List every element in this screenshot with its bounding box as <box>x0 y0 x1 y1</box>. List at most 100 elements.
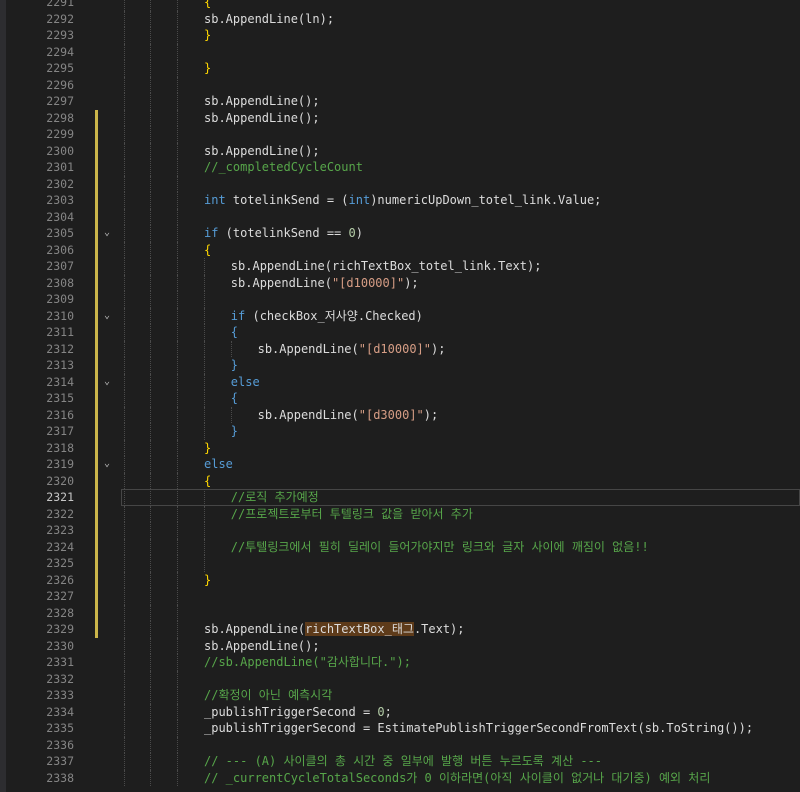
indent-guide <box>177 192 178 209</box>
code-line[interactable]: 2322 //프로젝트로부터 투텔링크 값을 받아서 추가 <box>0 505 800 523</box>
code-text[interactable]: } <box>204 572 211 589</box>
code-text[interactable]: //투텔링크에서 필히 딜레이 들어가야지만 링크와 글자 사이에 깨짐이 없음… <box>231 539 649 556</box>
code-line[interactable]: 2315 { <box>0 390 800 407</box>
code-line[interactable]: 2330 sb.AppendLine(); <box>0 637 800 655</box>
fold-chevron-icon[interactable]: ⌄ <box>102 308 112 325</box>
code-line[interactable]: 2332 <box>0 670 800 687</box>
code-text[interactable]: sb.AppendLine(); <box>204 638 320 655</box>
code-line[interactable]: 2291 { <box>0 0 800 11</box>
fold-chevron-icon[interactable]: ⌄ <box>102 374 112 391</box>
code-line[interactable]: 2312 sb.AppendLine("[d10000]"); <box>0 340 800 358</box>
code-line[interactable]: 2299 <box>0 126 800 143</box>
code-line[interactable]: 2318} <box>0 439 800 457</box>
line-number: 2303 <box>46 193 74 207</box>
code-text[interactable]: } <box>231 423 238 440</box>
code-text[interactable]: sb.AppendLine(richTextBox_태그.Text); <box>204 621 465 638</box>
code-text[interactable]: //확정이 아닌 예측시각 <box>204 687 332 704</box>
indent-guide <box>124 489 125 506</box>
code-text[interactable]: { <box>231 324 238 341</box>
code-line[interactable]: 2334 _publishTriggerSecond = 0; <box>0 703 800 721</box>
code-line[interactable]: 2314 ⌄ else <box>0 373 800 391</box>
code-line[interactable]: 2295} <box>0 60 800 77</box>
code-text[interactable]: sb.AppendLine("[d3000]"); <box>258 407 439 424</box>
code-text[interactable]: sb.AppendLine(); <box>204 143 320 160</box>
code-line[interactable]: 2303 int totelinkSend = (int)numericUpDow… <box>0 192 800 209</box>
code-line[interactable]: 2327 <box>0 588 800 605</box>
code-line[interactable]: 2294 <box>0 43 800 60</box>
code-line[interactable]: 2298 sb.AppendLine(); <box>0 109 800 127</box>
indent-guide <box>124 274 125 291</box>
code-text[interactable]: _publishTriggerSecond = EstimatePublishT… <box>204 720 753 737</box>
code-text[interactable]: // _currentCycleTotalSeconds가 0 이하라면(아직 … <box>204 770 710 787</box>
code-text[interactable]: _publishTriggerSecond = 0; <box>204 704 392 721</box>
code-text[interactable]: sb.AppendLine(ln); <box>204 11 334 28</box>
code-text[interactable]: sb.AppendLine(); <box>204 110 320 127</box>
code-line[interactable]: 2313} <box>0 357 800 374</box>
code-line[interactable]: 2307 sb.AppendLine(richTextBox_totel_link… <box>0 258 800 275</box>
code-line[interactable]: 2325 <box>0 555 800 572</box>
indent-guide <box>177 225 178 242</box>
code-line[interactable]: 2319 ⌄ else <box>0 456 800 473</box>
code-text[interactable]: } <box>204 60 211 77</box>
code-text[interactable]: // --- (A) 사이클의 총 시간 중 일부에 발행 버튼 누르도록 계산… <box>204 753 602 770</box>
code-line[interactable]: 2310 ⌄ if (checkBox_저사양.Checked) <box>0 307 800 325</box>
code-text[interactable]: } <box>204 440 211 457</box>
code-line[interactable]: 2304 <box>0 208 800 225</box>
code-text[interactable]: { <box>204 0 211 11</box>
code-text[interactable]: if (checkBox_저사양.Checked) <box>231 308 423 325</box>
code-line[interactable]: 2308 sb.AppendLine("[d10000]"); <box>0 274 800 292</box>
indent-guide <box>177 142 178 159</box>
code-line[interactable]: 2309 <box>0 291 800 308</box>
code-line[interactable]: 2326} <box>0 571 800 589</box>
code-line[interactable]: 2306 { <box>0 241 800 259</box>
code-line[interactable]: 2324 //투텔링크에서 필히 딜레이 들어가야지만 링크와 글자 사이에 깨짐… <box>0 538 800 556</box>
code-text[interactable]: //_completedCycleCount <box>204 159 363 176</box>
code-line[interactable]: 2331 //sb.AppendLine("감사합니다."); <box>0 654 800 671</box>
modified-line-marker <box>95 472 98 489</box>
code-text[interactable]: //로직 추가예정 <box>231 489 319 506</box>
code-line[interactable]: 2305 ⌄ if (totelinkSend == 0) <box>0 225 800 242</box>
code-line[interactable]: 2302 <box>0 175 800 192</box>
code-line[interactable]: 2336 <box>0 736 800 753</box>
code-text[interactable]: } <box>231 357 238 374</box>
code-text[interactable]: sb.AppendLine(richTextBox_totel_link.Tex… <box>231 258 542 275</box>
code-text[interactable]: //프로젝트로부터 투텔링크 값을 받아서 추가 <box>231 506 473 523</box>
indent-guide <box>230 340 232 357</box>
code-text[interactable]: } <box>204 27 211 44</box>
code-text[interactable]: sb.AppendLine("[d10000]"); <box>258 341 446 358</box>
code-line[interactable]: 2329 sb.AppendLine(richTextBox_태그.Text); <box>0 621 800 638</box>
code-line[interactable]: 2297 sb.AppendLine(); <box>0 93 800 110</box>
current-line-highlight <box>121 489 800 506</box>
code-line[interactable]: 2300 sb.AppendLine(); <box>0 142 800 160</box>
code-text[interactable]: sb.AppendLine(); <box>204 93 320 110</box>
code-line[interactable]: 2317} <box>0 423 800 440</box>
code-editor[interactable]: 2291{2292 sb.AppendLine(ln); 2293} 2294 2295… <box>0 0 800 786</box>
code-line[interactable]: 2321 //로직 추가예정 <box>0 489 800 506</box>
fold-chevron-icon[interactable]: ⌄ <box>102 225 112 242</box>
code-text[interactable]: { <box>204 473 211 490</box>
code-text[interactable]: int totelinkSend = (int)numericUpDown_to… <box>204 192 601 209</box>
code-text[interactable]: if (totelinkSend == 0) <box>204 225 363 242</box>
code-line[interactable]: 2301 //_completedCycleCount <box>0 159 800 176</box>
indent-guide <box>150 489 151 506</box>
code-line[interactable]: 2311 { <box>0 324 800 341</box>
code-line[interactable]: 2335 _publishTriggerSecond = EstimatePubl… <box>0 720 800 737</box>
code-text[interactable]: else <box>204 456 233 473</box>
code-text[interactable]: sb.AppendLine("[d10000]"); <box>231 275 419 292</box>
fold-chevron-icon[interactable]: ⌄ <box>102 456 112 473</box>
code-line[interactable]: 2296 <box>0 76 800 93</box>
code-text[interactable]: //sb.AppendLine("감사합니다."); <box>204 654 411 671</box>
code-line[interactable]: 2292 sb.AppendLine(ln); <box>0 10 800 28</box>
code-text[interactable]: else <box>231 374 260 391</box>
code-line[interactable]: 2333 //확정이 아닌 예측시각 <box>0 687 800 704</box>
code-line[interactable]: 2328 <box>0 604 800 621</box>
code-line[interactable]: 2338 // _currentCycleTotalSeconds가 0 이하라면… <box>0 769 800 787</box>
code-line[interactable]: 2320 { <box>0 472 800 490</box>
code-line[interactable]: 2293} <box>0 27 800 44</box>
code-line[interactable]: 2337 // --- (A) 사이클의 총 시간 중 일부에 발행 버튼 누르도… <box>0 753 800 770</box>
code-text[interactable]: { <box>231 390 238 407</box>
code-line[interactable]: 2316 sb.AppendLine("[d3000]"); <box>0 406 800 424</box>
code-text[interactable]: { <box>204 242 211 259</box>
indent-guide <box>204 258 205 275</box>
code-line[interactable]: 2323 <box>0 522 800 539</box>
